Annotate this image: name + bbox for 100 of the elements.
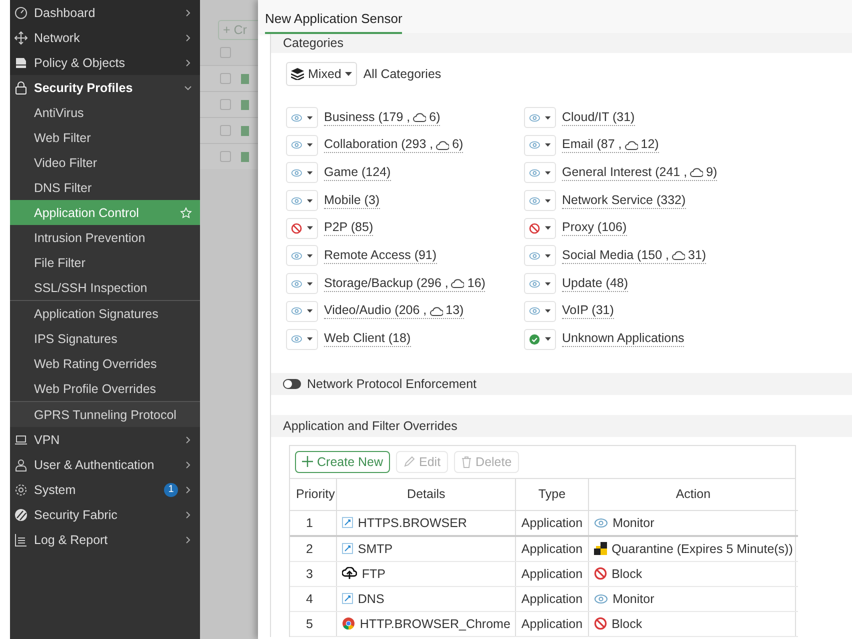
nav-subitem[interactable]: SSL/SSH Inspection bbox=[10, 275, 200, 300]
cloud-icon bbox=[690, 167, 704, 178]
action-dropdown[interactable] bbox=[286, 273, 318, 294]
category-label[interactable]: Email (87 , 12) bbox=[562, 137, 659, 154]
nav-subitem[interactable]: IPS Signatures bbox=[10, 326, 200, 351]
action-dropdown[interactable] bbox=[524, 107, 556, 128]
action-dropdown[interactable] bbox=[286, 218, 318, 239]
category-label[interactable]: Network Service (332) bbox=[562, 192, 686, 209]
eye-icon bbox=[529, 168, 540, 178]
table-cell: Monitor bbox=[612, 592, 654, 606]
caret-icon bbox=[307, 337, 313, 341]
action-dropdown[interactable] bbox=[286, 245, 318, 266]
nav-subitem[interactable]: Web Filter bbox=[10, 125, 200, 150]
eye-icon bbox=[529, 196, 540, 206]
action-dropdown[interactable] bbox=[286, 328, 318, 350]
category-label[interactable]: Video/Audio (206 , 13) bbox=[324, 303, 464, 320]
cloud-icon bbox=[342, 567, 357, 580]
nav-subitem[interactable]: DNS Filter bbox=[10, 175, 200, 200]
action-dropdown[interactable] bbox=[524, 273, 556, 294]
caret-icon bbox=[307, 282, 313, 286]
caret-icon bbox=[307, 254, 313, 258]
eye-icon bbox=[291, 306, 302, 316]
layers-icon bbox=[291, 68, 304, 80]
nav-subitem[interactable]: Intrusion Prevention bbox=[10, 225, 200, 250]
section-header: Application and Filter Overrides bbox=[271, 414, 852, 436]
category-label[interactable]: Mobile (3) bbox=[324, 192, 380, 209]
action-dropdown[interactable] bbox=[524, 245, 556, 266]
nav-subitem[interactable]: Web Profile Overrides bbox=[10, 376, 200, 401]
create-button[interactable]: Create New bbox=[295, 450, 390, 472]
mode-dropdown[interactable]: Mixed bbox=[286, 62, 358, 86]
eye-icon bbox=[594, 518, 608, 528]
nav-subitem[interactable]: Application Signatures bbox=[10, 301, 200, 326]
nav-subitem[interactable]: Web Rating Overrides bbox=[10, 351, 200, 376]
table-cell: Application bbox=[516, 510, 588, 536]
column-header[interactable]: Priority bbox=[290, 478, 336, 510]
category-label[interactable]: Web Client (18) bbox=[324, 331, 411, 347]
cloud-icon bbox=[413, 112, 426, 122]
toggle-switch[interactable] bbox=[283, 378, 301, 388]
action-dropdown[interactable] bbox=[524, 218, 556, 239]
caret-icon bbox=[545, 170, 551, 175]
eye-icon bbox=[291, 112, 302, 122]
action-dropdown[interactable] bbox=[524, 162, 556, 184]
lock-icon bbox=[14, 80, 28, 94]
action-dropdown[interactable] bbox=[286, 107, 318, 128]
nav-item[interactable]: Dashboard bbox=[10, 0, 200, 25]
chevron-right-icon bbox=[184, 58, 192, 66]
category-label[interactable]: Business (179 , 6) bbox=[324, 110, 440, 126]
action-dropdown[interactable] bbox=[524, 328, 556, 350]
category-label[interactable]: VoIP (31) bbox=[562, 303, 614, 320]
action-dropdown[interactable] bbox=[524, 190, 556, 212]
nav-subitem[interactable]: Video Filter bbox=[10, 150, 200, 175]
block-icon bbox=[529, 222, 540, 235]
laptop-icon bbox=[14, 432, 28, 446]
table-cell: 3 bbox=[290, 561, 336, 586]
eye-icon bbox=[291, 140, 302, 150]
nav-item[interactable]: Network bbox=[10, 25, 200, 50]
chevron-right-icon bbox=[184, 486, 192, 494]
nav-subitem[interactable]: File Filter bbox=[10, 250, 200, 275]
action-dropdown[interactable] bbox=[524, 134, 556, 156]
nav-item[interactable]: Policy & Objects bbox=[10, 50, 200, 75]
category-label[interactable]: Remote Access (91) bbox=[324, 248, 437, 264]
block-icon bbox=[291, 222, 302, 235]
table-cell: Application bbox=[516, 611, 588, 636]
category-label[interactable]: Proxy (106) bbox=[562, 220, 627, 236]
cloud-icon bbox=[436, 140, 450, 150]
gauge-icon bbox=[14, 6, 28, 20]
category-label[interactable]: Cloud/IT (31) bbox=[562, 110, 635, 126]
category-label[interactable]: Storage/Backup (296 , 16) bbox=[324, 276, 486, 292]
arrows-icon bbox=[14, 30, 28, 44]
category-label[interactable]: Unknown Applications bbox=[562, 331, 684, 347]
category-label[interactable]: Social Media (150 , 31) bbox=[562, 248, 706, 264]
eye-icon bbox=[594, 594, 608, 604]
cloud-icon bbox=[430, 306, 443, 316]
action-dropdown[interactable] bbox=[286, 300, 318, 322]
chevron-right-icon bbox=[184, 436, 192, 444]
action-dropdown[interactable] bbox=[286, 162, 318, 184]
action-dropdown[interactable] bbox=[286, 134, 318, 156]
column-header[interactable]: Action bbox=[588, 478, 798, 510]
chevron-right-icon bbox=[184, 510, 192, 518]
list-icon bbox=[14, 532, 28, 546]
caret-icon bbox=[545, 337, 551, 341]
table-cell: 1 bbox=[290, 510, 336, 536]
column-header[interactable]: Type bbox=[516, 478, 588, 510]
eye-icon bbox=[291, 278, 302, 289]
nav-subitem[interactable]: AntiVirus bbox=[10, 100, 200, 125]
column-header[interactable]: Details bbox=[336, 478, 516, 510]
category-label[interactable]: Collaboration (293 , 6) bbox=[324, 137, 464, 154]
table-cell: FTP bbox=[362, 566, 386, 580]
check-circle-icon bbox=[529, 332, 540, 346]
category-label[interactable]: General Interest (241 , 9) bbox=[562, 164, 718, 181]
category-label[interactable]: Update (48) bbox=[562, 276, 628, 292]
eye-icon bbox=[529, 278, 540, 289]
status-marker bbox=[241, 126, 249, 136]
category-label[interactable]: Game (124) bbox=[324, 164, 391, 181]
eye-icon bbox=[529, 140, 540, 150]
chrome-icon bbox=[342, 617, 355, 630]
nav-subitem[interactable]: GPRS Tunneling Protocol bbox=[10, 402, 200, 427]
category-label[interactable]: P2P (85) bbox=[324, 220, 374, 236]
action-dropdown[interactable] bbox=[286, 190, 318, 212]
action-dropdown[interactable] bbox=[524, 300, 556, 322]
